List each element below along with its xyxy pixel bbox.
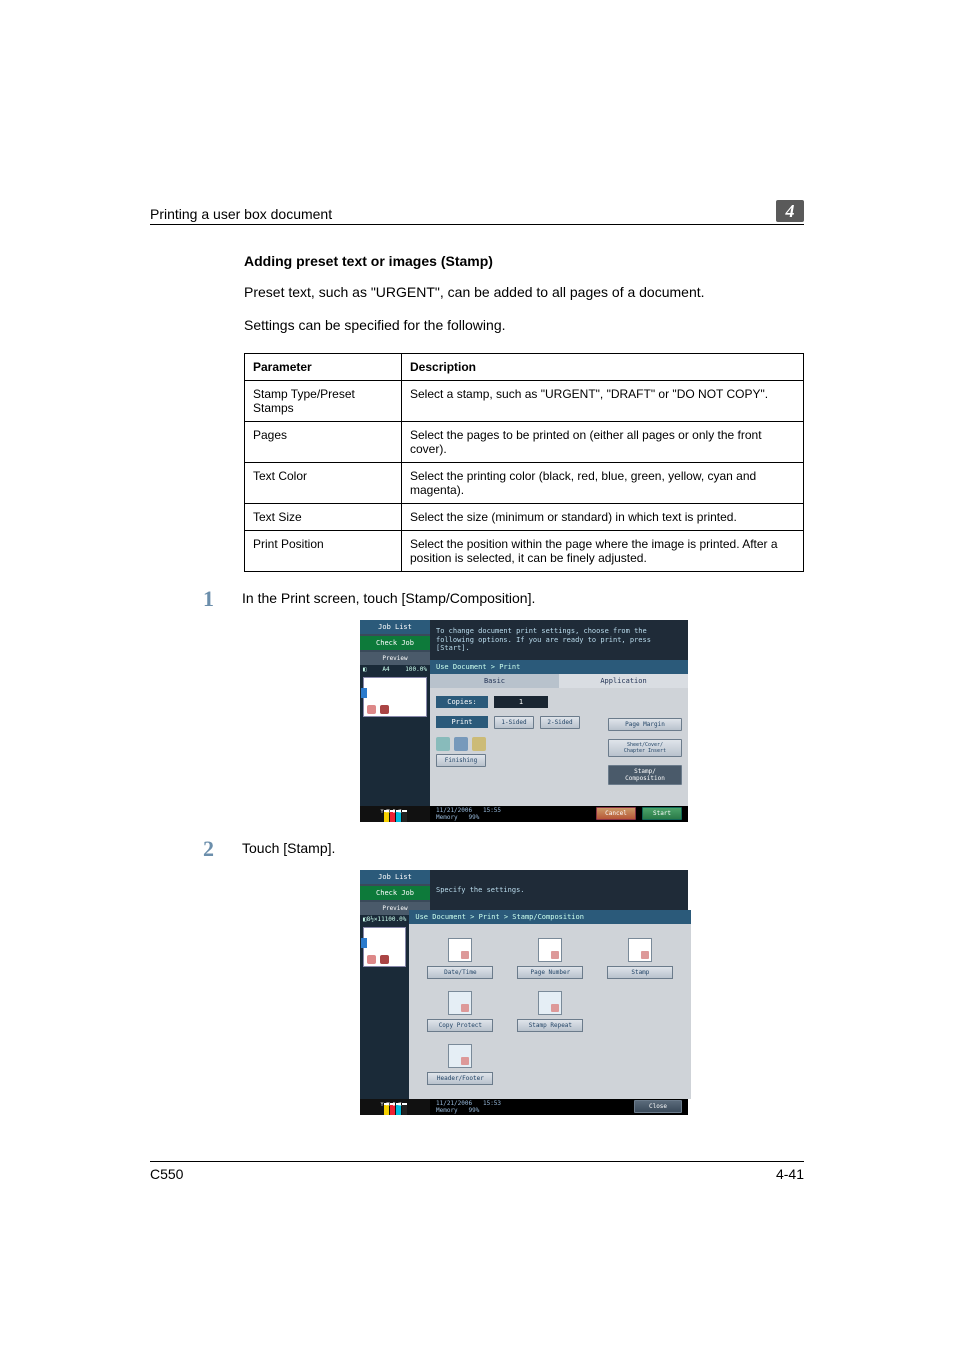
stamp-icon — [628, 938, 652, 962]
finishing-icon — [454, 737, 468, 751]
table-row: Print Position Select the position withi… — [245, 530, 804, 571]
param-desc: Select the size (minimum or standard) in… — [402, 503, 804, 530]
page-number-button[interactable]: Page Number — [517, 966, 583, 979]
thumbnail-object-icon — [367, 705, 376, 714]
breadcrumb: Printing a user box document — [150, 206, 332, 222]
toner-k-icon: K — [402, 810, 407, 822]
param-desc: Select the printing color (black, red, b… — [402, 462, 804, 503]
header-footer-icon — [448, 1044, 472, 1068]
screen-message: To change document print settings, choos… — [430, 620, 688, 660]
screen-breadcrumb: Use Document > Print — [430, 660, 688, 674]
preview-tab[interactable]: Preview — [360, 652, 430, 665]
step-number: 1 — [196, 588, 214, 610]
toner-k-icon: K — [402, 1103, 407, 1115]
param-name: Print Position — [245, 530, 402, 571]
page-number-label: 4-41 — [776, 1166, 804, 1182]
screen-breadcrumb: Use Document > Print > Stamp/Composition — [409, 910, 691, 924]
stamp-button[interactable]: Stamp — [607, 966, 673, 979]
param-name: Pages — [245, 421, 402, 462]
thumbnail-object-icon — [367, 955, 376, 964]
print-screen-figure: Job List Check Job Preview To change doc… — [360, 620, 688, 822]
param-name: Text Color — [245, 462, 402, 503]
one-sided-button[interactable]: 1-Sided — [494, 716, 534, 729]
step-text: Touch [Stamp]. — [242, 840, 804, 856]
check-job-tab[interactable]: Check Job — [360, 636, 430, 650]
thumbnail-object-icon — [380, 955, 389, 964]
param-name: Text Size — [245, 503, 402, 530]
cancel-button[interactable]: Cancel — [596, 807, 636, 820]
application-tab[interactable]: Application — [559, 674, 688, 688]
page-footer: C550 4-41 — [150, 1161, 804, 1182]
copy-protect-button[interactable]: Copy Protect — [427, 1019, 493, 1032]
footer-memory-pct: 99% — [469, 1107, 480, 1114]
step-1: 1 In the Print screen, touch [Stamp/Comp… — [244, 590, 804, 610]
copy-protect-icon — [448, 991, 472, 1015]
chapter-indicator: 4 — [776, 200, 804, 222]
date-time-button[interactable]: Date/Time — [427, 966, 493, 979]
param-desc: Select the pages to be printed on (eithe… — [402, 421, 804, 462]
close-button[interactable]: Close — [634, 1100, 682, 1113]
date-time-icon — [448, 938, 472, 962]
footer-time: 15:53 — [483, 1100, 501, 1107]
job-list-tab[interactable]: Job List — [360, 620, 430, 634]
two-sided-button[interactable]: 2-Sided — [540, 716, 580, 729]
table-row: Text Color Select the printing color (bl… — [245, 462, 804, 503]
page-margin-button[interactable]: Page Margin — [608, 718, 682, 731]
param-desc: Select a stamp, such as "URGENT", "DRAFT… — [402, 380, 804, 421]
table-header-parameter: Parameter — [245, 353, 402, 380]
paper-size-label: A4 — [382, 666, 389, 673]
copies-label: Copies: — [436, 696, 488, 708]
print-label: Print — [436, 716, 488, 728]
table-row: Stamp Type/Preset Stamps Select a stamp,… — [245, 380, 804, 421]
job-list-tab[interactable]: Job List — [360, 870, 430, 884]
stamp-composition-screen-figure: Job List Check Job Preview Specify the s… — [360, 870, 688, 1115]
step-2: 2 Touch [Stamp]. — [244, 840, 804, 860]
orientation-icon: ◧ — [363, 666, 367, 673]
finishing-button[interactable]: Finishing — [436, 754, 486, 767]
toner-levels: Y M C K — [360, 806, 430, 822]
thumbnail-marker-icon — [361, 688, 367, 698]
stamp-repeat-icon — [538, 991, 562, 1015]
parameters-table: Parameter Description Stamp Type/Preset … — [244, 353, 804, 572]
table-row: Pages Select the pages to be printed on … — [245, 421, 804, 462]
start-button[interactable]: Start — [642, 807, 682, 820]
param-desc: Select the position within the page wher… — [402, 530, 804, 571]
chapter-number-badge: 4 — [776, 200, 804, 222]
thumbnail-marker-icon — [361, 938, 367, 948]
screen-message: Specify the settings. — [430, 870, 688, 910]
copies-field[interactable]: 1 — [494, 696, 548, 708]
zoom-label: 100.0% — [405, 666, 427, 673]
page-thumbnail[interactable] — [363, 927, 406, 967]
param-name: Stamp Type/Preset Stamps — [245, 380, 402, 421]
stamp-repeat-button[interactable]: Stamp Repeat — [517, 1019, 583, 1032]
footer-memory-label: Memory — [436, 1107, 458, 1114]
thumbnail-object-icon — [380, 705, 389, 714]
table-row: Text Size Select the size (minimum or st… — [245, 503, 804, 530]
section-title: Adding preset text or images (Stamp) — [244, 253, 804, 269]
page-header: Printing a user box document 4 — [150, 200, 804, 225]
page-thumbnail[interactable] — [363, 677, 427, 717]
footer-date: 11/21/2006 — [436, 807, 472, 814]
step-number: 2 — [196, 838, 214, 860]
toner-levels: Y M C K — [360, 1099, 430, 1115]
finishing-icon — [436, 737, 450, 751]
zoom-label: 100.0% — [385, 916, 407, 923]
footer-date: 11/21/2006 — [436, 1100, 472, 1107]
paper-size-label: 8½×11 — [367, 916, 385, 923]
check-job-tab[interactable]: Check Job — [360, 886, 430, 900]
intro-paragraph-2: Settings can be specified for the follow… — [244, 316, 804, 335]
basic-tab[interactable]: Basic — [430, 674, 559, 688]
step-text: In the Print screen, touch [Stamp/Compos… — [242, 590, 804, 606]
table-header-description: Description — [402, 353, 804, 380]
page-number-icon — [538, 938, 562, 962]
footer-time: 15:55 — [483, 807, 501, 814]
sheet-cover-chapter-button[interactable]: Sheet/Cover/ Chapter Insert — [608, 739, 682, 757]
intro-paragraph-1: Preset text, such as "URGENT", can be ad… — [244, 283, 804, 302]
model-label: C550 — [150, 1166, 183, 1182]
footer-memory-label: Memory — [436, 814, 458, 821]
header-footer-button[interactable]: Header/Footer — [427, 1072, 493, 1085]
finishing-icon — [472, 737, 486, 751]
footer-memory-pct: 99% — [469, 814, 480, 821]
stamp-composition-button[interactable]: Stamp/ Composition — [608, 765, 682, 785]
